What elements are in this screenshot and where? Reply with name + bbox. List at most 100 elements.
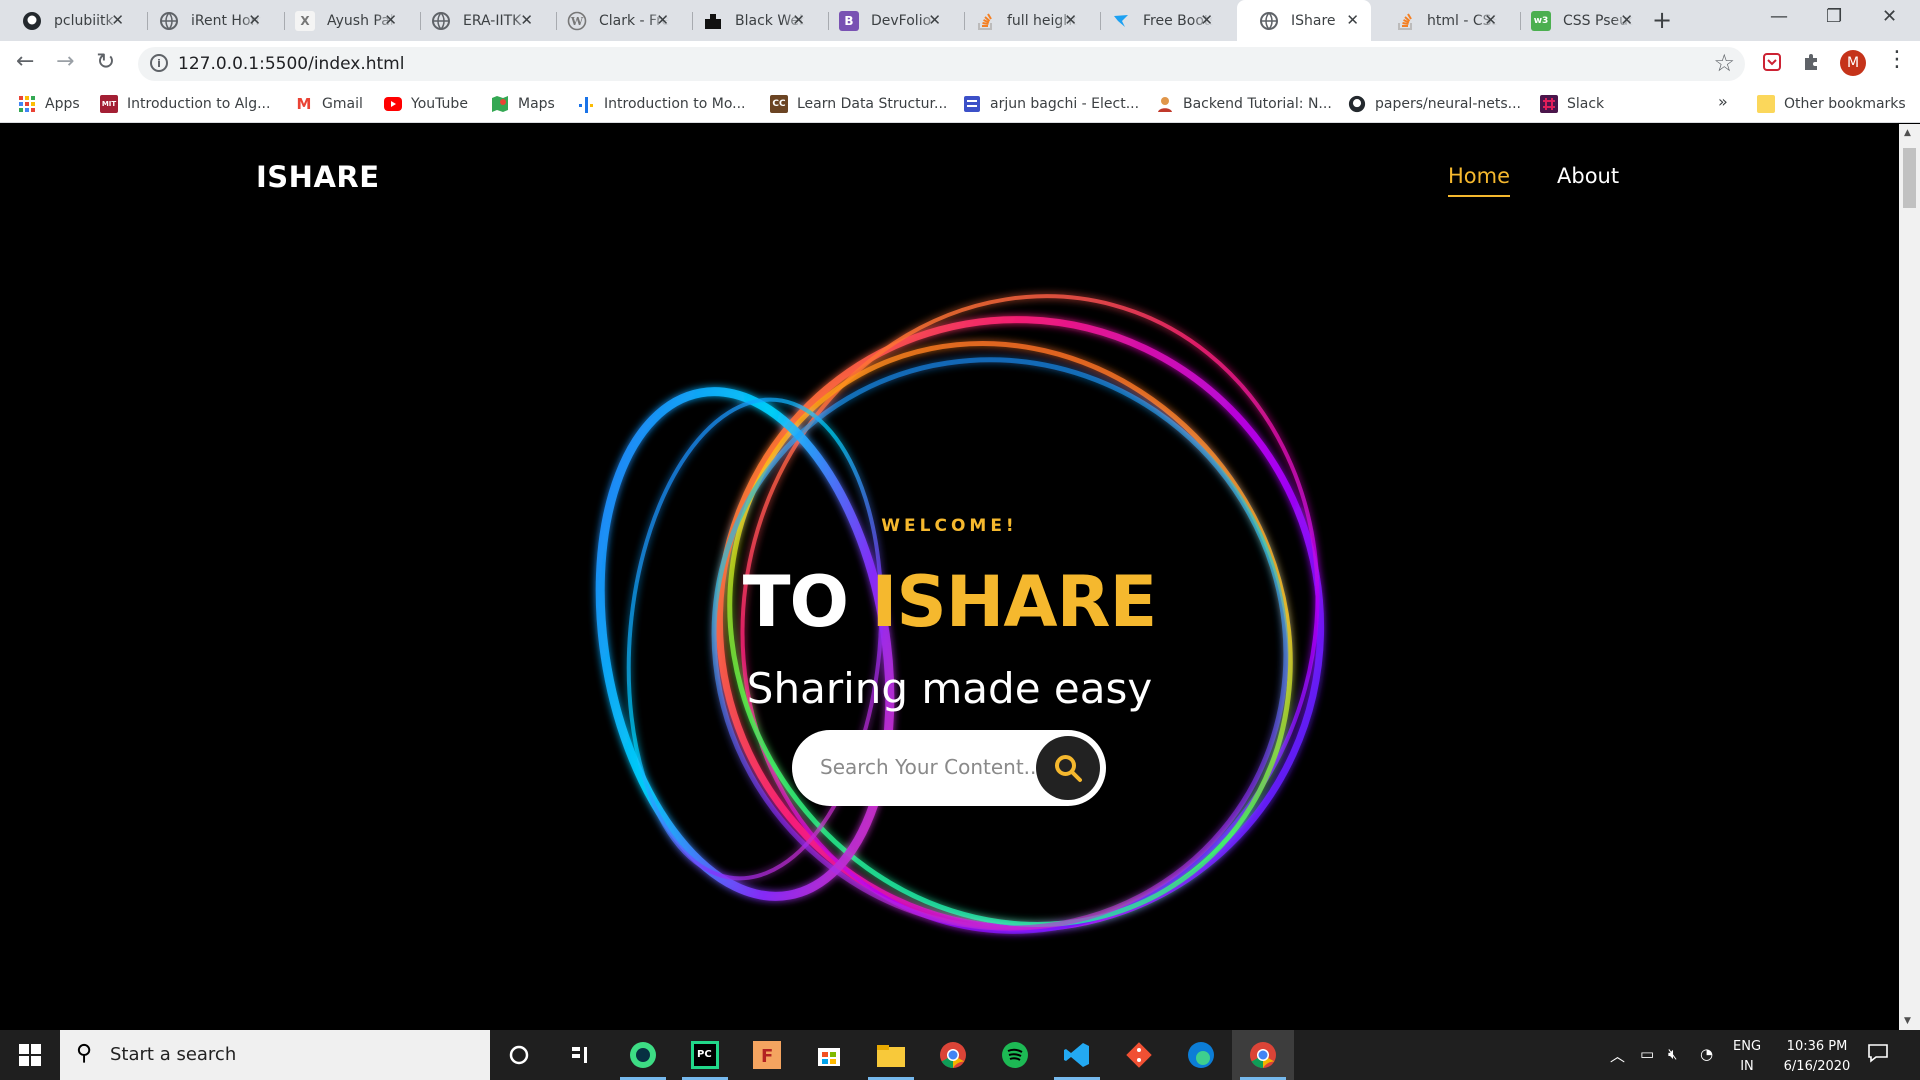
bookmark-apps[interactable]: Apps	[18, 95, 80, 113]
pycharm-icon[interactable]: PC	[674, 1030, 736, 1080]
tab-css-pseudo[interactable]: w3 CSS Pseudo ✕	[1509, 0, 1645, 41]
chart-icon	[577, 95, 595, 113]
stackoverflow-icon	[1395, 11, 1415, 31]
tab-devfolio[interactable]: B DevFolio ✕	[817, 0, 953, 41]
content-search-input[interactable]	[820, 752, 1035, 782]
windows-logo-icon	[19, 1044, 41, 1066]
avatar[interactable]: M	[1840, 50, 1866, 76]
bookmark-label: Slack	[1567, 96, 1605, 112]
bookmark-maps[interactable]: Maps	[491, 95, 555, 113]
start-button[interactable]	[0, 1030, 60, 1080]
tab-html-css[interactable]: html - CSS ✕	[1373, 0, 1509, 41]
close-icon[interactable]: ✕	[792, 11, 805, 29]
wifi-icon[interactable]: ◔	[1700, 1045, 1713, 1063]
tab-clark[interactable]: W Clark - Free ✕	[545, 0, 681, 41]
tab-black-website[interactable]: Black Website ✕	[681, 0, 817, 41]
restore-button[interactable]: ❐	[1826, 6, 1842, 27]
bookmark-gmail[interactable]: M Gmail	[295, 95, 363, 113]
bookmark-papers[interactable]: papers/neural-nets...	[1348, 95, 1521, 113]
close-icon[interactable]: ✕	[1484, 11, 1497, 29]
store-icon[interactable]	[798, 1030, 860, 1080]
close-icon[interactable]: ✕	[520, 11, 533, 29]
scroll-up-arrow-icon[interactable]: ▲	[1904, 128, 1911, 138]
task-view-icon[interactable]	[550, 1030, 612, 1080]
url-text[interactable]: 127.0.0.1:5500/index.html	[178, 54, 404, 74]
tab-full-height[interactable]: full height ✕	[953, 0, 1089, 41]
content-search-box	[792, 730, 1106, 806]
brand-logo[interactable]: ISHARE	[256, 160, 380, 194]
filezilla-icon[interactable]: F	[736, 1030, 798, 1080]
close-icon[interactable]: ✕	[384, 11, 397, 29]
bookmark-label: papers/neural-nets...	[1375, 96, 1521, 112]
close-window-button[interactable]: ✕	[1882, 6, 1897, 27]
bookmark-arjun[interactable]: arjun bagchi - Elect...	[963, 95, 1139, 113]
tab-era-iitk[interactable]: ERA-IITK ✕	[409, 0, 545, 41]
bookmark-other[interactable]: Other bookmarks	[1757, 95, 1906, 113]
page-scrollbar[interactable]: ▲ ▼	[1899, 124, 1920, 1030]
cortana-icon[interactable]	[488, 1030, 550, 1080]
forms-icon	[963, 95, 981, 113]
pocket-extension-icon[interactable]	[1760, 50, 1784, 74]
bookmark-learn-ds[interactable]: CC Learn Data Structur...	[770, 95, 947, 113]
cc-icon: CC	[770, 95, 788, 113]
system-clock[interactable]: 10:36 PM 6/16/2020	[1772, 1037, 1862, 1077]
puzzle-extensions-icon[interactable]	[1800, 50, 1824, 74]
bookmark-backend-tutorial[interactable]: Backend Tutorial: N...	[1156, 95, 1332, 113]
forward-arrow-icon[interactable]: →	[56, 49, 74, 74]
bookmark-youtube[interactable]: YouTube	[384, 95, 468, 113]
close-icon[interactable]: ✕	[1200, 11, 1213, 29]
notification-icon[interactable]	[1867, 1042, 1889, 1068]
tab-irent[interactable]: iRent Home ✕	[137, 0, 273, 41]
search-button[interactable]	[1036, 736, 1100, 800]
menu-dots-icon[interactable]: ⋮	[1886, 47, 1908, 72]
chevron-up-icon[interactable]: ︿	[1610, 1045, 1625, 1066]
bookmark-intro-mo[interactable]: Introduction to Mo...	[577, 95, 745, 113]
tab-pclubiitk[interactable]: pclubiitk ✕	[0, 0, 136, 41]
bookmark-intro-algorithms[interactable]: MIT Introduction to Alg...	[100, 95, 270, 113]
file-explorer-icon[interactable]	[860, 1030, 922, 1080]
info-icon[interactable]: i	[150, 54, 168, 72]
close-icon[interactable]: ✕	[928, 11, 941, 29]
browser-toolbar: ← → ↻ i 127.0.0.1:5500/index.html ☆ M ⋮	[0, 41, 1920, 87]
close-icon[interactable]: ✕	[248, 11, 261, 29]
address-bar[interactable]: i 127.0.0.1:5500/index.html ☆	[138, 47, 1745, 81]
nav-link-home[interactable]: Home	[1448, 164, 1511, 197]
close-icon[interactable]: ✕	[111, 11, 124, 29]
tab-ayush[interactable]: X Ayush Pal ✕	[273, 0, 409, 41]
bookmark-label: Apps	[45, 96, 80, 112]
close-icon[interactable]: ✕	[1620, 11, 1633, 29]
speaker-muted-icon[interactable]: 🔇︎	[1668, 1045, 1677, 1063]
android-studio-icon[interactable]	[612, 1030, 674, 1080]
battery-icon[interactable]: ▭	[1640, 1045, 1654, 1063]
new-tab-button[interactable]: +	[1652, 6, 1672, 34]
w3-icon: w3	[1531, 10, 1551, 31]
bookmark-label: Gmail	[322, 96, 363, 112]
vscode-icon[interactable]	[1046, 1030, 1108, 1080]
scroll-thumb[interactable]	[1903, 148, 1916, 208]
bookmark-label: arjun bagchi - Elect...	[990, 96, 1140, 112]
svg-text:F: F	[761, 1046, 773, 1067]
chrome-icon[interactable]	[922, 1030, 984, 1080]
git-icon[interactable]	[1108, 1030, 1170, 1080]
back-arrow-icon[interactable]: ←	[16, 49, 34, 74]
close-icon[interactable]: ✕	[1064, 11, 1077, 29]
nav-link-about[interactable]: About	[1557, 164, 1619, 188]
close-icon[interactable]: ✕	[656, 11, 669, 29]
reload-icon[interactable]: ↻	[96, 49, 115, 75]
language-indicator[interactable]: ENG IN	[1733, 1037, 1761, 1077]
apps-grid-icon	[18, 95, 36, 113]
tab-ishare[interactable]: IShare ✕	[1237, 0, 1371, 41]
spotify-icon[interactable]	[984, 1030, 1046, 1080]
taskbar-search[interactable]: ⚲ Start a search	[60, 1030, 490, 1080]
edge-icon[interactable]	[1170, 1030, 1232, 1080]
close-icon[interactable]: ✕	[1346, 11, 1359, 29]
bookmark-label: YouTube	[411, 96, 468, 112]
minimize-button[interactable]: —	[1770, 6, 1788, 27]
bookmark-slack[interactable]: Slack	[1540, 95, 1604, 113]
tab-free-bootstrap[interactable]: Free Bootstrap ✕	[1089, 0, 1225, 41]
bookmarks-overflow-button[interactable]: »	[1718, 92, 1728, 111]
star-icon[interactable]: ☆	[1713, 49, 1735, 77]
chrome-active-icon[interactable]	[1232, 1030, 1294, 1080]
globe-icon	[159, 11, 179, 31]
scroll-down-arrow-icon[interactable]: ▼	[1904, 1016, 1911, 1026]
